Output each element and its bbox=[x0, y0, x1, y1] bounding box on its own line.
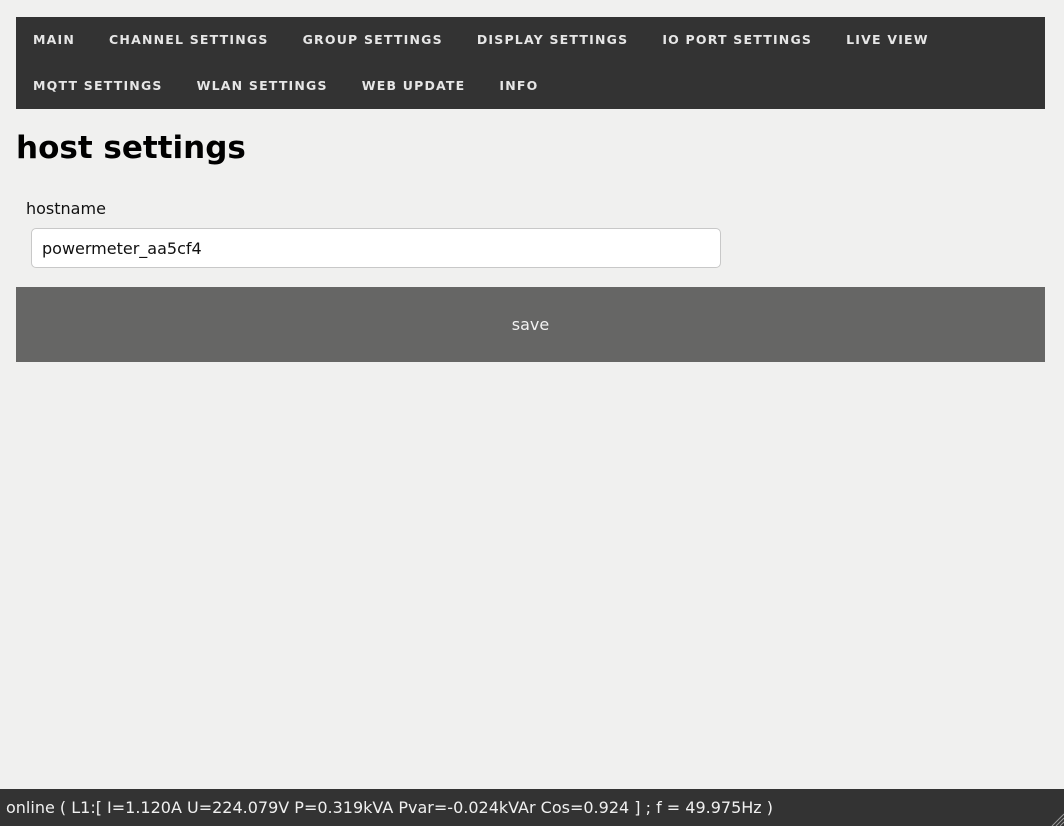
nav-item-info[interactable]: INFO bbox=[482, 63, 555, 109]
resize-grip-icon[interactable] bbox=[1048, 810, 1064, 826]
nav-item-display-settings[interactable]: DISPLAY SETTINGS bbox=[460, 17, 646, 63]
top-navigation: MAIN CHANNEL SETTINGS GROUP SETTINGS DIS… bbox=[16, 17, 1045, 109]
nav-item-channel-settings[interactable]: CHANNEL SETTINGS bbox=[92, 17, 286, 63]
hostname-input[interactable] bbox=[31, 228, 721, 268]
page: MAIN CHANNEL SETTINGS GROUP SETTINGS DIS… bbox=[0, 0, 1064, 826]
status-bar: online ( L1:[ I=1.120A U=224.079V P=0.31… bbox=[0, 789, 1064, 826]
nav-item-io-port-settings[interactable]: IO PORT SETTINGS bbox=[645, 17, 829, 63]
nav-item-group-settings[interactable]: GROUP SETTINGS bbox=[286, 17, 460, 63]
nav-item-live-view[interactable]: LIVE VIEW bbox=[829, 17, 946, 63]
nav-item-main[interactable]: MAIN bbox=[16, 17, 92, 63]
nav-item-wlan-settings[interactable]: WLAN SETTINGS bbox=[180, 63, 345, 109]
nav-item-mqtt-settings[interactable]: MQTT SETTINGS bbox=[16, 63, 180, 109]
status-text: online ( L1:[ I=1.120A U=224.079V P=0.31… bbox=[6, 798, 774, 817]
save-button[interactable]: save bbox=[16, 287, 1045, 362]
page-title: host settings bbox=[16, 130, 246, 166]
hostname-label: hostname bbox=[26, 199, 106, 218]
nav-item-web-update[interactable]: WEB UPDATE bbox=[345, 63, 483, 109]
